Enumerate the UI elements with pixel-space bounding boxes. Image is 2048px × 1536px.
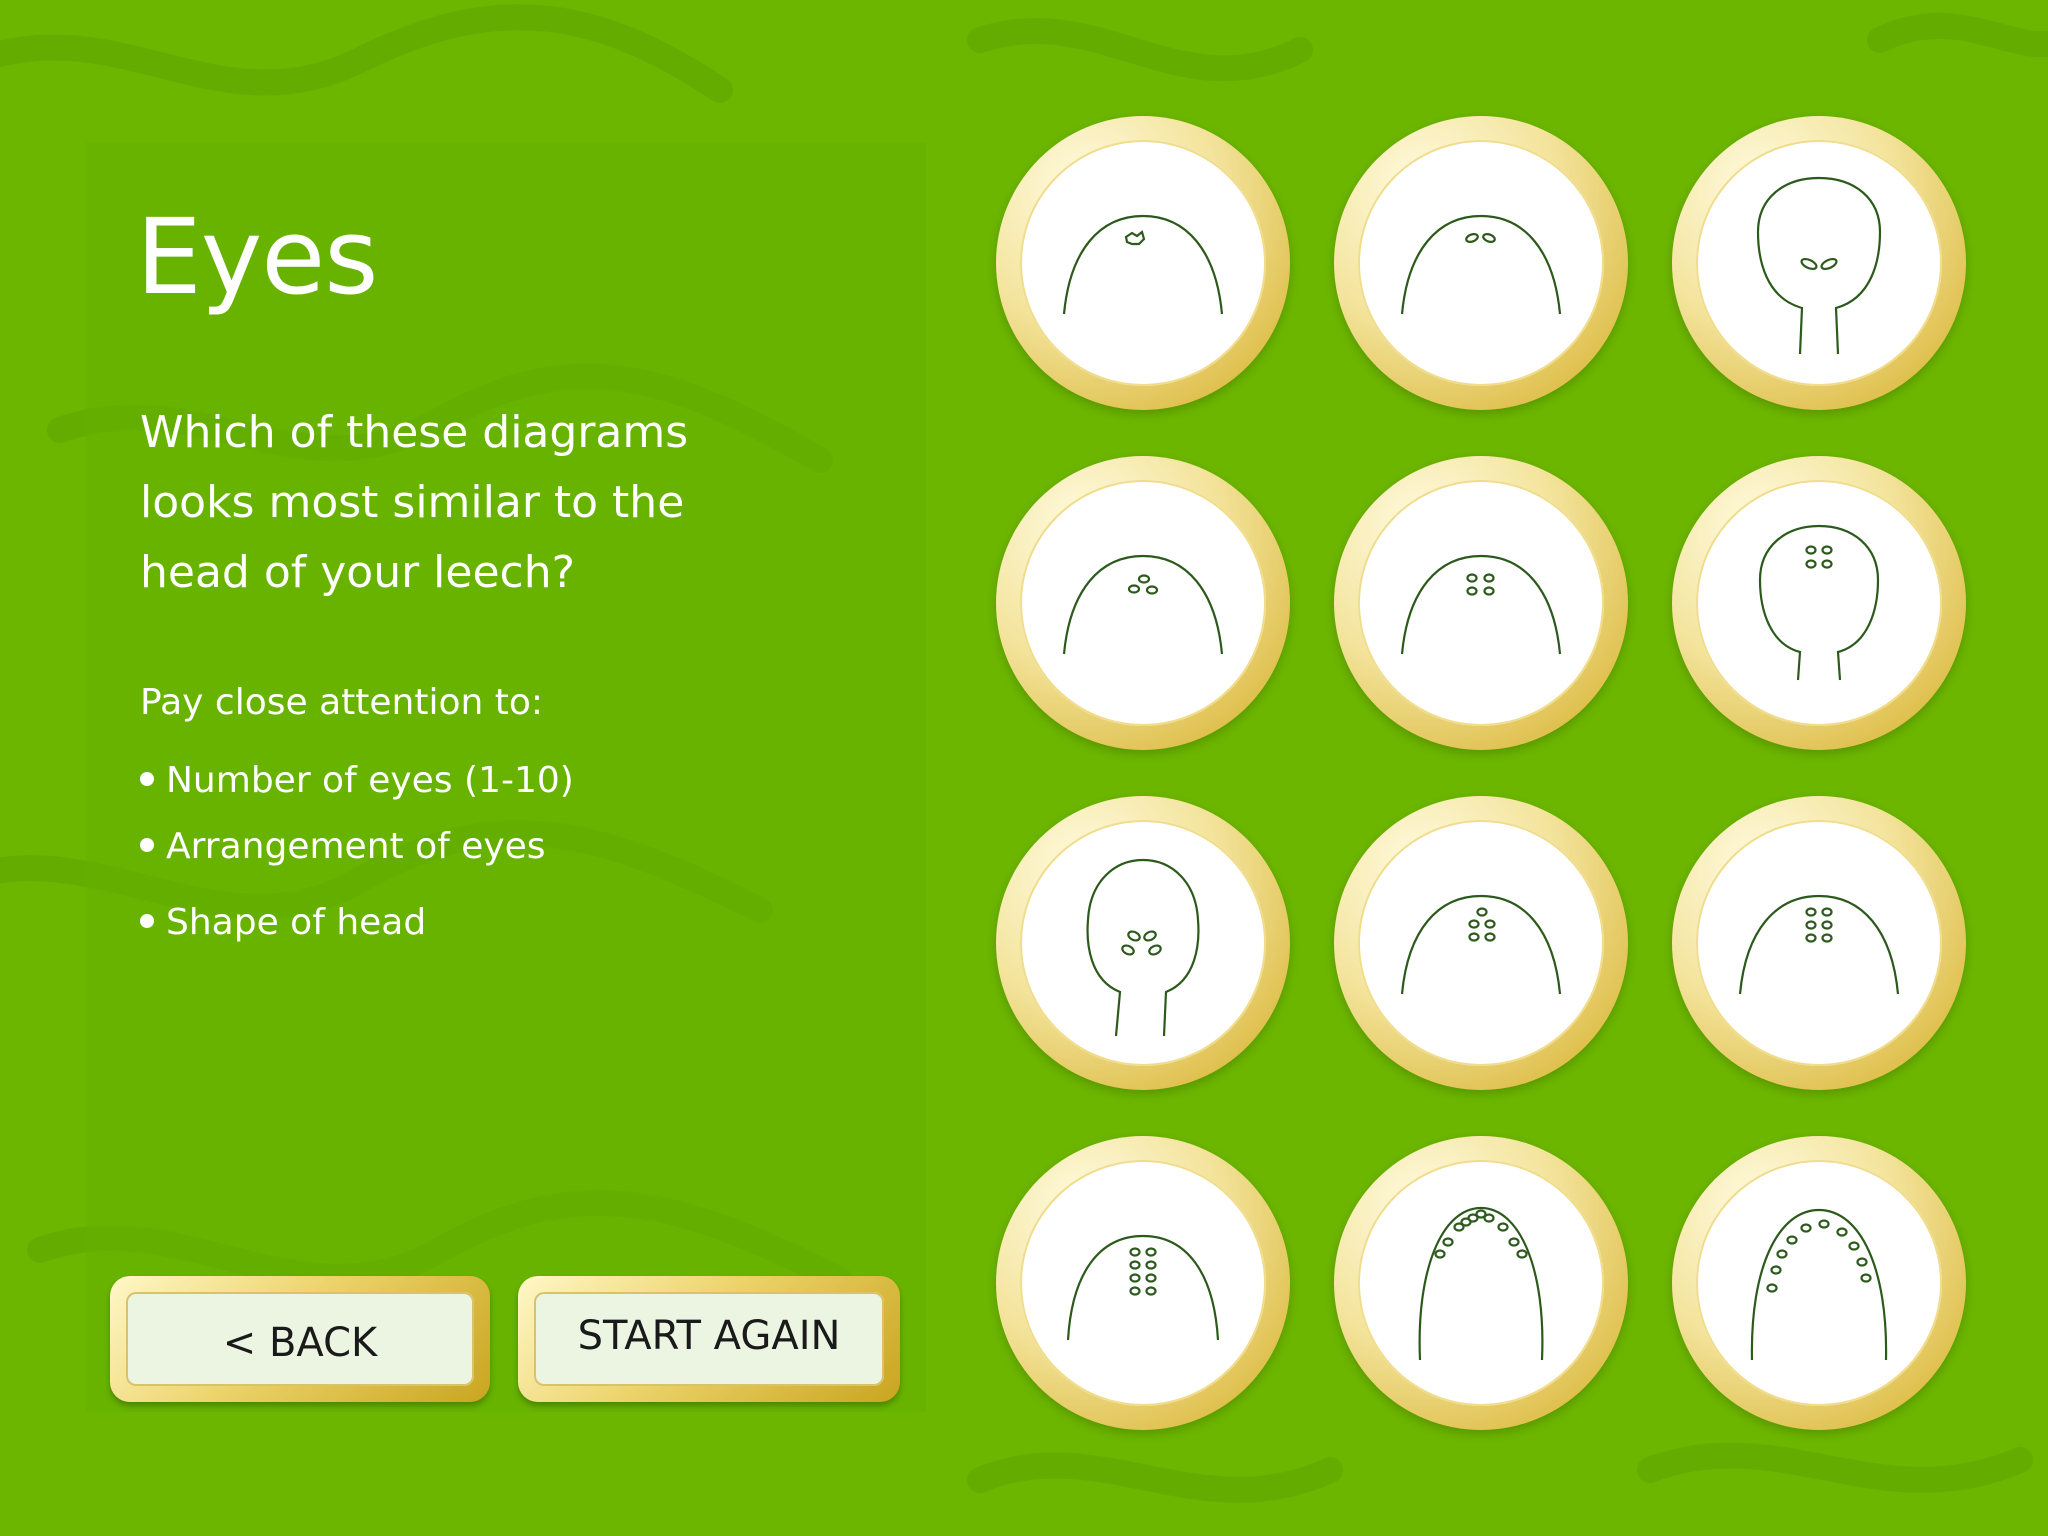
leech-head-2-eyes-narrow-neck-icon <box>1756 176 1882 355</box>
leech-head-8-eyes-icon <box>1066 1234 1220 1341</box>
leech-head-4-eyes-narrow-neck-icon <box>1758 524 1880 681</box>
leech-head-2-eyes-icon <box>1400 214 1562 315</box>
hint-text: Pay close attention to: <box>140 682 543 723</box>
list-item: Number of eyes (1-10) <box>140 756 574 822</box>
bullet-label: Number of eyes (1-10) <box>166 760 574 801</box>
head-option-3[interactable] <box>1672 116 1966 410</box>
back-button[interactable]: < BACK <box>110 1276 490 1402</box>
leech-head-3-eyes-icon <box>1062 554 1224 655</box>
leech-head-4-eyes-icon <box>1400 554 1562 655</box>
bullet-label: Arrangement of eyes <box>166 826 546 867</box>
head-option-8[interactable] <box>1334 796 1628 1090</box>
list-item: Shape of head <box>140 898 574 964</box>
back-button-label: < BACK <box>126 1292 474 1386</box>
bullet-icon <box>140 772 154 786</box>
head-option-6[interactable] <box>1672 456 1966 750</box>
head-option-7[interactable] <box>996 796 1290 1090</box>
head-option-2[interactable] <box>1334 116 1628 410</box>
leech-head-1-eye-icon <box>1062 214 1224 315</box>
list-item: Arrangement of eyes <box>140 822 574 898</box>
leech-head-5-eyes-icon <box>1400 894 1562 995</box>
leech-head-4-eyes-long-neck-icon <box>1086 858 1200 1037</box>
bullet-icon <box>140 914 154 928</box>
head-option-5[interactable] <box>1334 456 1628 750</box>
page-title: Eyes <box>136 196 378 318</box>
leech-head-6-eyes-icon <box>1738 894 1900 995</box>
attention-list: Number of eyes (1-10) Arrangement of eye… <box>140 756 574 964</box>
head-option-9[interactable] <box>1672 796 1966 1090</box>
head-option-10[interactable] <box>996 1136 1290 1430</box>
head-option-1[interactable] <box>996 116 1290 410</box>
start-again-button-label: START AGAIN <box>534 1292 884 1386</box>
head-option-4[interactable] <box>996 456 1290 750</box>
bullet-label: Shape of head <box>166 902 427 943</box>
leech-head-10-eyes-ring-icon <box>1418 1206 1544 1361</box>
start-again-button[interactable]: START AGAIN <box>518 1276 900 1402</box>
question-text: Which of these diagrams looks most simil… <box>140 407 689 598</box>
head-option-12[interactable] <box>1672 1136 1966 1430</box>
leech-head-10-eyes-ring-wide-icon <box>1750 1208 1888 1361</box>
bullet-icon <box>140 838 154 852</box>
head-option-11[interactable] <box>1334 1136 1628 1430</box>
